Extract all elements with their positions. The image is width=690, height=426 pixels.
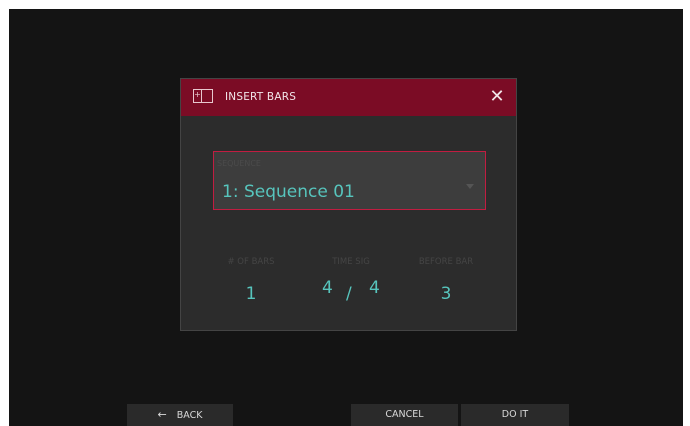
back-button[interactable]: ← BACK [127, 404, 233, 426]
do-it-button[interactable]: DO IT [461, 404, 569, 426]
time-sig-numerator[interactable]: 4 [322, 278, 333, 298]
before-bar-value[interactable]: 3 [406, 284, 486, 304]
time-sig-label: TIME SIG [332, 257, 370, 267]
screen: + INSERT BARS ✕ SEQUENCE 1: Sequence 01 … [9, 9, 683, 426]
chevron-down-icon [466, 184, 474, 189]
sequence-select[interactable]: SEQUENCE 1: Sequence 01 [213, 151, 486, 210]
time-sig-denominator[interactable]: 4 [369, 278, 380, 298]
before-bar-label: BEFORE BAR [418, 257, 474, 267]
bars-label: # OF BARS [227, 257, 275, 267]
cancel-button[interactable]: CANCEL [351, 404, 458, 426]
time-sig-separator: / [346, 284, 352, 304]
back-arrow-icon: ← [157, 408, 167, 421]
dialog-header: + INSERT BARS ✕ [181, 79, 516, 116]
back-label: BACK [176, 410, 203, 421]
insert-bars-dialog: + INSERT BARS ✕ SEQUENCE 1: Sequence 01 … [180, 78, 517, 331]
close-icon[interactable]: ✕ [488, 88, 506, 106]
sequence-label: SEQUENCE [217, 159, 261, 168]
insert-bars-icon: + [193, 89, 213, 103]
sequence-value: 1: Sequence 01 [222, 182, 355, 202]
bars-value[interactable]: 1 [211, 284, 291, 304]
dialog-title: INSERT BARS [225, 91, 297, 103]
